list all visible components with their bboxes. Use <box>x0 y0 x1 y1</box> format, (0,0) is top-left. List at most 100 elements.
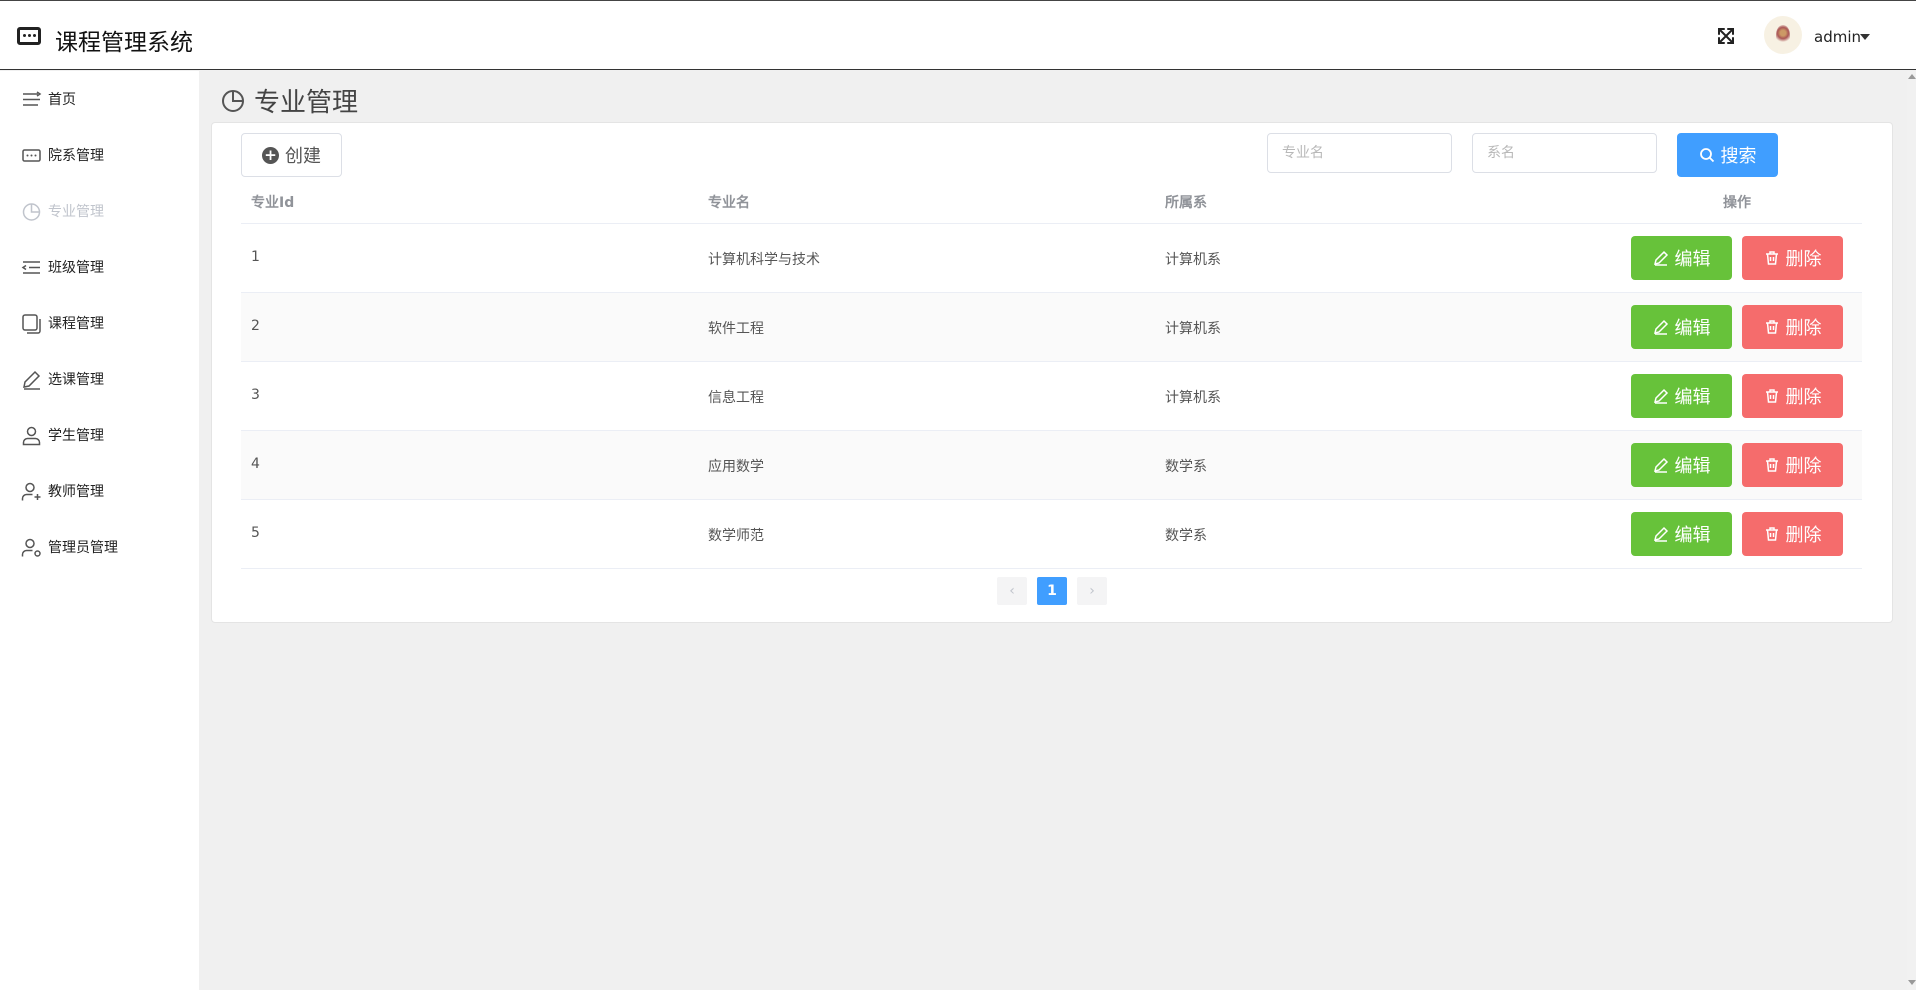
cell-dept: 数学系 <box>1165 528 1207 544</box>
edit-button[interactable]: 编辑 <box>1631 512 1732 556</box>
sidebar-item-teachers[interactable]: 教师管理 <box>0 471 199 511</box>
edit-icon <box>1653 457 1668 473</box>
cell-name: 软件工程 <box>708 321 764 337</box>
delete-button[interactable]: 删除 <box>1742 305 1843 349</box>
pie-chart-icon <box>222 90 244 112</box>
sidebar-item-label: 学生管理 <box>48 428 104 444</box>
sidebar-item-majors[interactable]: 专业管理 <box>0 191 199 231</box>
sidebar-item-home[interactable]: 首页 <box>0 79 199 119</box>
search-button[interactable]: 搜索 <box>1677 133 1778 177</box>
delete-button[interactable]: 删除 <box>1742 512 1843 556</box>
delete-button[interactable]: 删除 <box>1742 374 1843 418</box>
trash-icon <box>1765 527 1778 541</box>
user-add-icon <box>21 482 41 500</box>
sidebar-item-label: 专业管理 <box>48 204 104 220</box>
edit-label: 编辑 <box>1674 387 1711 408</box>
sidebar-item-label: 院系管理 <box>48 148 104 164</box>
scroll-down-icon[interactable] <box>1908 980 1916 985</box>
fullscreen-icon[interactable] <box>1715 25 1737 47</box>
delete-label: 删除 <box>1785 456 1822 477</box>
edit-icon <box>1653 388 1668 404</box>
sidebar-item-label: 管理员管理 <box>48 540 118 556</box>
avatar[interactable] <box>1764 16 1802 54</box>
user-name[interactable]: admin <box>1814 28 1861 46</box>
edit-icon <box>1653 250 1668 266</box>
sidebar-item-label: 首页 <box>48 92 76 108</box>
majors-table: 专业Id 专业名 所属系 操作 1 计算机科学与技术 计算机系 编辑 删除 2 … <box>241 178 1862 569</box>
column-header-id: 专业Id <box>251 195 295 211</box>
sidebar-item-students[interactable]: 学生管理 <box>0 415 199 455</box>
scroll-up-icon[interactable] <box>1908 74 1916 79</box>
create-label: 创建 <box>285 146 321 167</box>
logo-icon <box>17 27 41 45</box>
edit-button[interactable]: 编辑 <box>1631 236 1732 280</box>
sidebar-item-label: 班级管理 <box>48 260 104 276</box>
cell-name: 数学师范 <box>708 528 764 544</box>
sidebar-item-admins[interactable]: 管理员管理 <box>0 527 199 567</box>
app-title: 课程管理系统 <box>55 30 193 56</box>
table-row: 1 计算机科学与技术 计算机系 编辑 删除 <box>241 224 1862 293</box>
table-row: 3 信息工程 计算机系 编辑 删除 <box>241 362 1862 431</box>
sidebar-item-label: 课程管理 <box>48 316 104 332</box>
edit-button[interactable]: 编辑 <box>1631 305 1732 349</box>
copy-icon <box>22 313 41 334</box>
sidebar-item-courses[interactable]: 课程管理 <box>0 303 199 343</box>
table-row: 2 软件工程 计算机系 编辑 删除 <box>241 293 1862 362</box>
table-header: 专业Id 专业名 所属系 操作 <box>241 178 1862 224</box>
delete-label: 删除 <box>1785 525 1822 546</box>
column-header-dept: 所属系 <box>1165 195 1207 211</box>
edit-icon <box>1653 319 1668 335</box>
sidebar-item-label: 教师管理 <box>48 484 104 500</box>
table-row: 4 应用数学 数学系 编辑 删除 <box>241 431 1862 500</box>
delete-label: 删除 <box>1785 387 1822 408</box>
cell-id: 1 <box>251 249 260 265</box>
dots-box-icon <box>22 148 41 162</box>
user-admin-icon <box>21 538 41 557</box>
dept-name-input[interactable] <box>1472 133 1657 173</box>
cell-dept: 计算机系 <box>1165 252 1221 268</box>
trash-icon <box>1765 251 1778 265</box>
edit-pen-icon <box>23 370 41 390</box>
cell-id: 5 <box>251 525 260 541</box>
sidebar-item-classes[interactable]: 班级管理 <box>0 247 199 287</box>
edit-label: 编辑 <box>1674 525 1711 546</box>
edit-button[interactable]: 编辑 <box>1631 443 1732 487</box>
pagination-prev-button[interactable]: ‹ <box>997 577 1027 605</box>
delete-button[interactable]: 删除 <box>1742 443 1843 487</box>
cell-name: 应用数学 <box>708 459 764 475</box>
delete-label: 删除 <box>1785 249 1822 270</box>
indent-list-icon <box>21 260 40 274</box>
sidebar: 首页 院系管理 专业管理 班级管理 课程管理 选课管理 学生管理 教师管理 管理… <box>0 71 199 990</box>
create-button[interactable]: + 创建 <box>241 133 342 177</box>
cell-id: 2 <box>251 318 260 334</box>
column-header-name: 专业名 <box>708 195 750 211</box>
pie-chart-icon <box>22 202 41 221</box>
search-label: 搜索 <box>1720 146 1757 167</box>
plus-circle-icon: + <box>262 146 279 164</box>
cell-dept: 计算机系 <box>1165 390 1221 406</box>
edit-label: 编辑 <box>1674 249 1711 270</box>
trash-icon <box>1765 458 1778 472</box>
table-row: 5 数学师范 数学系 编辑 删除 <box>241 500 1862 569</box>
pagination-next-button[interactable]: › <box>1077 577 1107 605</box>
cell-id: 3 <box>251 387 260 403</box>
cell-name: 计算机科学与技术 <box>708 252 820 268</box>
menu-lines-icon <box>23 90 42 106</box>
column-header-actions: 操作 <box>1723 195 1751 211</box>
cell-dept: 数学系 <box>1165 459 1207 475</box>
scrollbar[interactable] <box>1907 71 1916 990</box>
top-header: 课程管理系统 admin <box>0 0 1916 70</box>
trash-icon <box>1765 389 1778 403</box>
cell-id: 4 <box>251 456 260 472</box>
pagination-page-button[interactable]: 1 <box>1037 577 1067 605</box>
sidebar-item-enrollment[interactable]: 选课管理 <box>0 359 199 399</box>
delete-label: 删除 <box>1785 318 1822 339</box>
edit-button[interactable]: 编辑 <box>1631 374 1732 418</box>
user-icon <box>22 426 41 445</box>
major-name-input[interactable] <box>1267 133 1452 173</box>
cell-dept: 计算机系 <box>1165 321 1221 337</box>
delete-button[interactable]: 删除 <box>1742 236 1843 280</box>
sidebar-item-departments[interactable]: 院系管理 <box>0 135 199 175</box>
chevron-down-icon[interactable] <box>1860 34 1870 40</box>
search-icon <box>1699 148 1714 163</box>
